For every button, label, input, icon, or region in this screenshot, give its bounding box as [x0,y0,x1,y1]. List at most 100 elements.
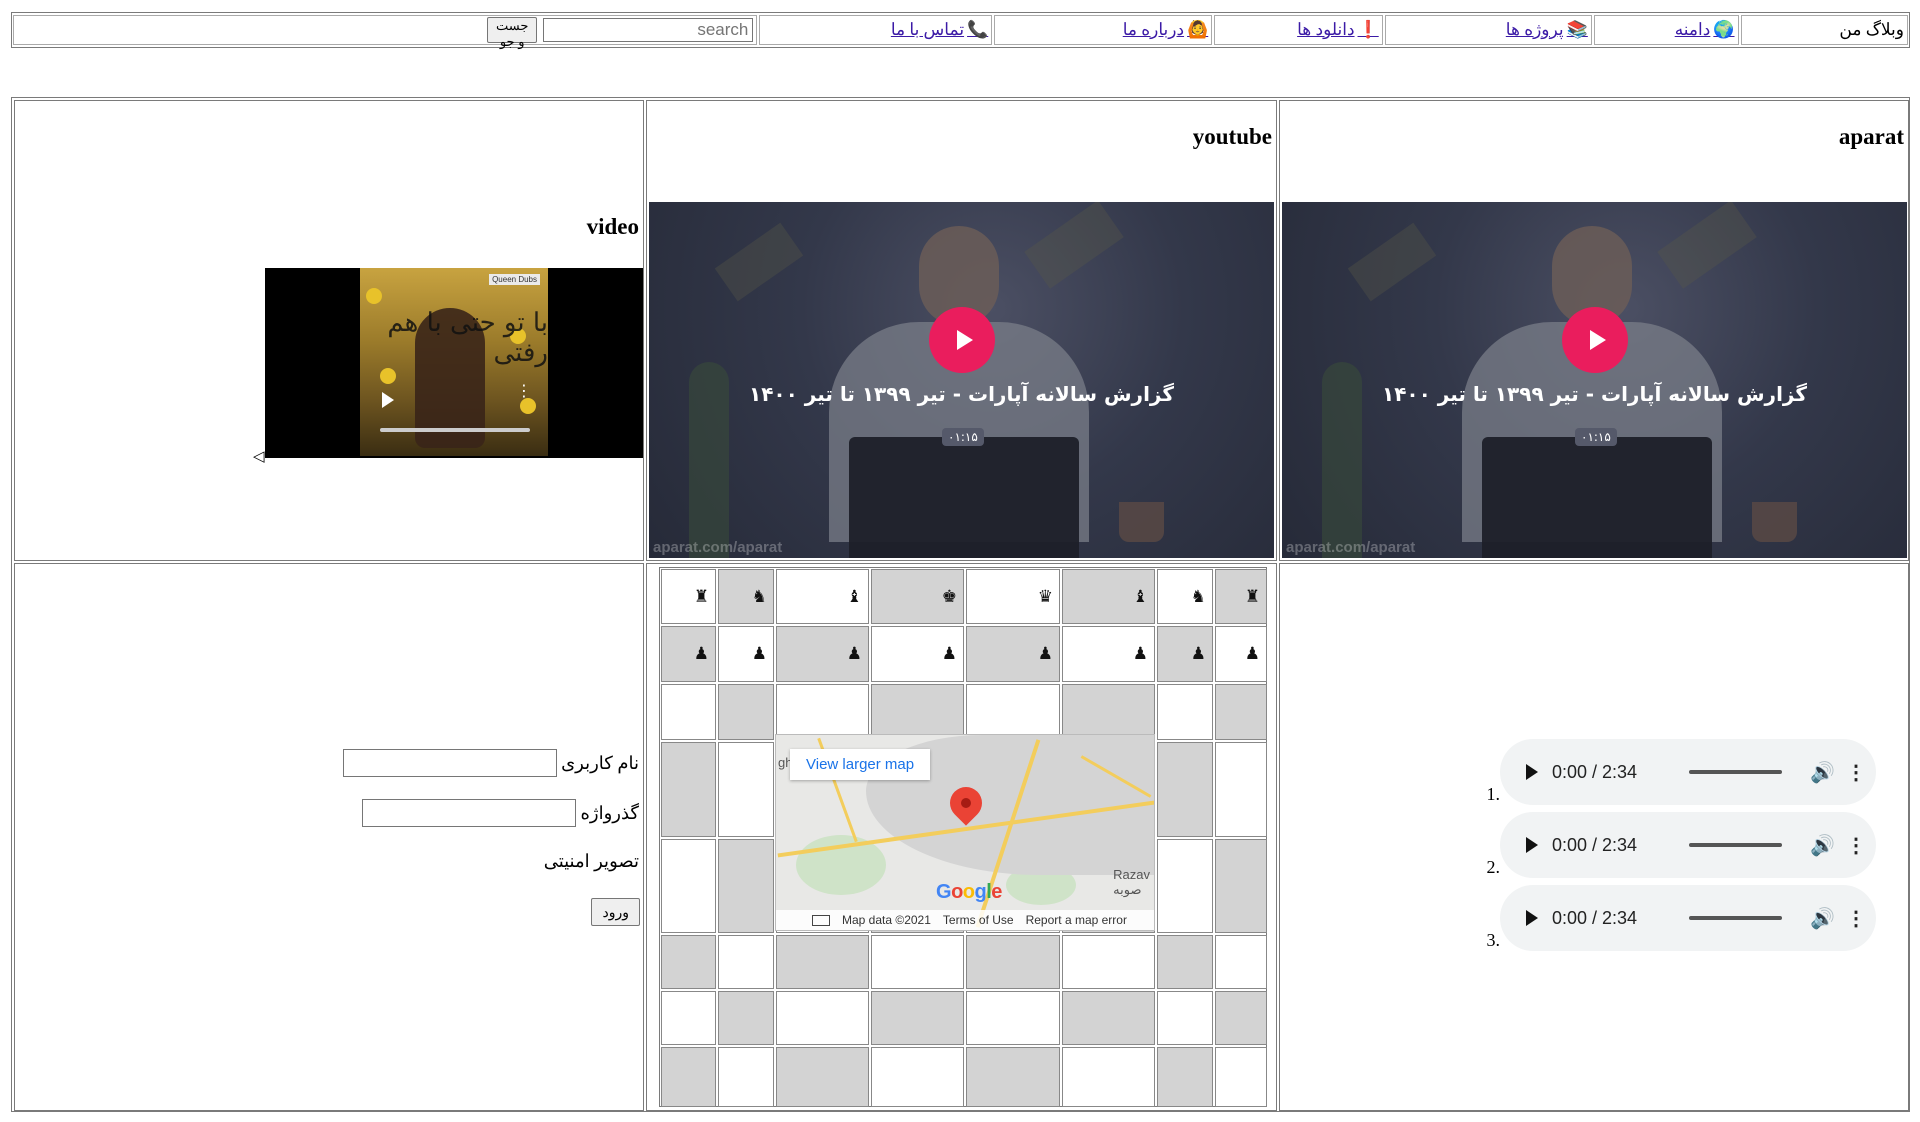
search-input[interactable] [543,18,754,42]
chess-square[interactable] [661,684,716,740]
chess-square[interactable]: ♟ [776,626,869,682]
audio-seek-bar[interactable] [1689,916,1782,920]
report-map-error-link[interactable]: Report a map error [1026,913,1127,927]
chess-square[interactable]: ♟ [1157,626,1213,682]
chess-square[interactable] [871,991,964,1045]
nav-link-projects[interactable]: 📚 پروژه ها [1506,20,1588,40]
nav-item-projects[interactable]: 📚 پروژه ها [1384,15,1592,45]
play-icon[interactable] [1526,764,1538,780]
chess-square[interactable] [1215,742,1267,837]
play-icon[interactable] [382,392,394,408]
play-button[interactable] [1562,307,1628,373]
chess-square[interactable] [1215,991,1267,1045]
chess-square[interactable] [871,1047,964,1107]
chess-square[interactable]: ♟ [661,626,716,682]
chess-square[interactable]: ♟ [1215,626,1267,682]
chess-square[interactable] [1157,742,1213,837]
nav-item-contact[interactable]: 📞 تماس با ما [759,15,993,45]
video-progress-bar[interactable] [380,428,530,432]
volume-icon[interactable]: 🔊 [1810,906,1835,931]
audio-seek-bar[interactable] [1689,770,1782,774]
nav-item-domain[interactable]: 🌍 دامنه [1593,15,1739,45]
chess-square[interactable] [966,991,1060,1045]
chess-square[interactable]: ♛ [966,569,1060,624]
chess-square[interactable] [661,935,716,989]
chess-square[interactable] [1062,684,1155,740]
keyboard-icon[interactable] [812,914,830,926]
audio-player[interactable]: 0:00 / 2:34 🔊 ⋮ [1500,739,1876,805]
chess-square[interactable] [1215,935,1267,989]
chess-square[interactable] [966,935,1060,989]
chess-square[interactable] [966,1047,1060,1107]
chess-square[interactable]: ♟ [871,626,964,682]
chess-square[interactable] [871,684,964,740]
chess-square[interactable] [718,839,774,933]
chess-square[interactable]: ♞ [1157,569,1213,624]
chess-square[interactable] [776,1047,869,1107]
volume-icon[interactable]: 🔊 [1810,833,1835,858]
chess-square[interactable] [1062,935,1155,989]
chess-square[interactable] [966,684,1060,740]
audio-seek-bar[interactable] [1689,843,1782,847]
chess-square[interactable] [776,684,869,740]
nav-link-contact[interactable]: 📞 تماس با ما [891,20,988,40]
nav-link-about[interactable]: 🙆 درباره ما [1123,20,1209,40]
map-embed[interactable]: gh View larger map Razav صوبه Google Map… [775,734,1155,931]
chess-square[interactable] [1062,1047,1155,1107]
chess-square[interactable] [1157,839,1213,933]
chess-square[interactable] [1157,684,1213,740]
nav-item-downloads[interactable]: ❗ دانلود ها [1214,15,1383,45]
chess-square[interactable] [661,742,716,837]
chess-square[interactable] [776,935,869,989]
search-button[interactable]: جست و جو [486,17,538,49]
chess-pawn[interactable]: ♟ [1133,644,1148,664]
view-larger-map-link[interactable]: View larger map [790,749,931,780]
login-button[interactable]: ورود [591,898,640,926]
chess-piece[interactable]: ♚ [942,587,957,607]
chess-piece[interactable]: ♜ [1245,587,1260,607]
audio-player[interactable]: 0:00 / 2:34 🔊 ⋮ [1500,812,1876,878]
play-icon[interactable] [1526,837,1538,853]
nav-link-downloads[interactable]: ❗ دانلود ها [1297,20,1379,40]
chess-square[interactable] [661,1047,716,1107]
chess-square[interactable]: ♞ [718,569,774,624]
volume-icon[interactable]: 🔊 [1810,760,1835,785]
terms-link[interactable]: Terms of Use [943,913,1014,927]
chess-pawn[interactable]: ♟ [1191,644,1206,664]
chess-square[interactable]: ♜ [1215,569,1267,624]
chess-square[interactable] [871,935,964,989]
chess-square[interactable] [718,935,774,989]
chess-pawn[interactable]: ♟ [1038,644,1053,664]
chess-square[interactable] [661,839,716,933]
chess-square[interactable] [718,1047,774,1107]
chess-piece[interactable]: ♛ [1038,587,1053,607]
chess-square[interactable]: ♟ [718,626,774,682]
chess-square[interactable] [1215,1047,1267,1107]
chess-square[interactable]: ♟ [966,626,1060,682]
video-player[interactable]: با تو حتی با هم رفتی Queen Dubs ⋮ [265,268,643,458]
play-icon[interactable] [1526,910,1538,926]
more-menu-icon[interactable]: ⋮ [1846,833,1866,858]
password-field[interactable] [362,799,577,827]
chess-piece[interactable]: ♝ [1133,587,1148,607]
audio-player[interactable]: 0:00 / 2:34 🔊 ⋮ [1500,885,1876,951]
chess-square[interactable] [776,991,869,1045]
chess-square[interactable] [1157,1047,1213,1107]
chess-square[interactable] [1062,991,1155,1045]
chess-pawn[interactable]: ♟ [752,644,767,664]
chess-piece[interactable]: ♜ [694,587,709,607]
chess-piece[interactable]: ♝ [847,587,862,607]
chess-square[interactable]: ♚ [871,569,964,624]
more-menu-icon[interactable]: ⋮ [516,383,532,399]
chess-pawn[interactable]: ♟ [694,644,709,664]
chess-square[interactable] [718,684,774,740]
nav-link-domain[interactable]: 🌍 دامنه [1675,20,1735,40]
chess-pawn[interactable]: ♟ [847,644,862,664]
chess-square[interactable] [1157,935,1213,989]
chess-piece[interactable]: ♞ [752,587,767,607]
chess-square[interactable]: ♟ [1062,626,1155,682]
chess-pawn[interactable]: ♟ [1245,644,1260,664]
username-field[interactable] [343,749,558,777]
more-menu-icon[interactable]: ⋮ [1846,906,1866,931]
chess-pawn[interactable]: ♟ [942,644,957,664]
